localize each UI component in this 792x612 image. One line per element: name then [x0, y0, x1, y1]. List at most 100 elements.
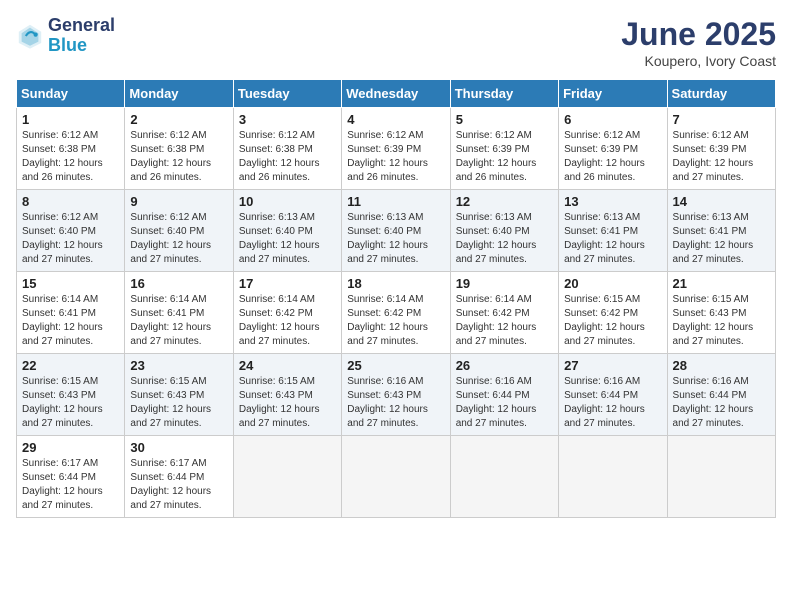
- page-header: General Blue June 2025 Koupero, Ivory Co…: [16, 16, 776, 69]
- logo-blue-text: Blue: [48, 35, 87, 55]
- day-number: 24: [239, 358, 336, 373]
- day-number: 7: [673, 112, 770, 127]
- day-number: 11: [347, 194, 444, 209]
- calendar-week-1: 1 Sunrise: 6:12 AM Sunset: 6:38 PM Daylig…: [17, 108, 776, 190]
- calendar-header-row: SundayMondayTuesdayWednesdayThursdayFrid…: [17, 80, 776, 108]
- day-number: 21: [673, 276, 770, 291]
- calendar-cell: 27 Sunrise: 6:16 AM Sunset: 6:44 PM Dayli…: [559, 354, 667, 436]
- weekday-header-tuesday: Tuesday: [233, 80, 341, 108]
- day-number: 1: [22, 112, 119, 127]
- logo: General Blue: [16, 16, 115, 56]
- day-info: Sunrise: 6:15 AM Sunset: 6:43 PM Dayligh…: [673, 293, 770, 349]
- calendar-cell: 19 Sunrise: 6:14 AM Sunset: 6:42 PM Dayli…: [450, 272, 558, 354]
- month-title: June 2025: [621, 16, 776, 53]
- calendar-cell: 20 Sunrise: 6:15 AM Sunset: 6:42 PM Dayli…: [559, 272, 667, 354]
- day-info: Sunrise: 6:12 AM Sunset: 6:39 PM Dayligh…: [673, 129, 770, 185]
- day-info: Sunrise: 6:16 AM Sunset: 6:44 PM Dayligh…: [456, 375, 553, 431]
- day-number: 14: [673, 194, 770, 209]
- calendar-cell: 17 Sunrise: 6:14 AM Sunset: 6:42 PM Dayli…: [233, 272, 341, 354]
- day-number: 18: [347, 276, 444, 291]
- day-number: 23: [130, 358, 227, 373]
- day-info: Sunrise: 6:14 AM Sunset: 6:42 PM Dayligh…: [347, 293, 444, 349]
- calendar-cell: 26Sunrise: 6:16 AM Sunset: 6:44 PM Dayli…: [450, 354, 558, 436]
- calendar-cell: 7 Sunrise: 6:12 AM Sunset: 6:39 PM Daylig…: [667, 108, 775, 190]
- day-number: 16: [130, 276, 227, 291]
- calendar-cell: 3 Sunrise: 6:12 AM Sunset: 6:38 PM Daylig…: [233, 108, 341, 190]
- day-number: 27: [564, 358, 661, 373]
- day-info: Sunrise: 6:13 AM Sunset: 6:40 PM Dayligh…: [456, 211, 553, 267]
- day-info: Sunrise: 6:13 AM Sunset: 6:41 PM Dayligh…: [564, 211, 661, 267]
- calendar-cell: 4 Sunrise: 6:12 AM Sunset: 6:39 PM Daylig…: [342, 108, 450, 190]
- day-info: Sunrise: 6:17 AM Sunset: 6:44 PM Dayligh…: [22, 457, 119, 513]
- weekday-header-monday: Monday: [125, 80, 233, 108]
- day-info: Sunrise: 6:16 AM Sunset: 6:43 PM Dayligh…: [347, 375, 444, 431]
- calendar-week-2: 8 Sunrise: 6:12 AM Sunset: 6:40 PM Daylig…: [17, 190, 776, 272]
- day-number: 12: [456, 194, 553, 209]
- calendar-cell: 22 Sunrise: 6:15 AM Sunset: 6:43 PM Dayli…: [17, 354, 125, 436]
- day-info: Sunrise: 6:14 AM Sunset: 6:42 PM Dayligh…: [239, 293, 336, 349]
- day-info: Sunrise: 6:13 AM Sunset: 6:41 PM Dayligh…: [673, 211, 770, 267]
- calendar-cell: 14 Sunrise: 6:13 AM Sunset: 6:41 PM Dayli…: [667, 190, 775, 272]
- day-number: 4: [347, 112, 444, 127]
- day-info: Sunrise: 6:15 AM Sunset: 6:43 PM Dayligh…: [22, 375, 119, 431]
- day-number: 9: [130, 194, 227, 209]
- day-number: 6: [564, 112, 661, 127]
- day-number: 13: [564, 194, 661, 209]
- calendar-cell: [342, 436, 450, 518]
- calendar-cell: 16 Sunrise: 6:14 AM Sunset: 6:41 PM Dayli…: [125, 272, 233, 354]
- day-info: Sunrise: 6:14 AM Sunset: 6:42 PM Dayligh…: [456, 293, 553, 349]
- calendar-cell: 21 Sunrise: 6:15 AM Sunset: 6:43 PM Dayli…: [667, 272, 775, 354]
- calendar-cell: 1Sunrise: 6:12 AM Sunset: 6:38 PM Daylig…: [17, 108, 125, 190]
- weekday-header-thursday: Thursday: [450, 80, 558, 108]
- day-info: Sunrise: 6:15 AM Sunset: 6:42 PM Dayligh…: [564, 293, 661, 349]
- calendar-cell: [450, 436, 558, 518]
- day-number: 28: [673, 358, 770, 373]
- day-info: Sunrise: 6:12 AM Sunset: 6:40 PM Dayligh…: [22, 211, 119, 267]
- day-info: Sunrise: 6:12 AM Sunset: 6:40 PM Dayligh…: [130, 211, 227, 267]
- title-block: June 2025 Koupero, Ivory Coast: [621, 16, 776, 69]
- day-number: 19: [456, 276, 553, 291]
- logo-icon: [16, 22, 44, 50]
- weekday-header-friday: Friday: [559, 80, 667, 108]
- calendar-cell: 2 Sunrise: 6:12 AM Sunset: 6:38 PM Daylig…: [125, 108, 233, 190]
- day-info: Sunrise: 6:12 AM Sunset: 6:38 PM Dayligh…: [130, 129, 227, 185]
- calendar-cell: 8 Sunrise: 6:12 AM Sunset: 6:40 PM Daylig…: [17, 190, 125, 272]
- day-number: 2: [130, 112, 227, 127]
- calendar-cell: 9 Sunrise: 6:12 AM Sunset: 6:40 PM Daylig…: [125, 190, 233, 272]
- calendar-week-5: 29 Sunrise: 6:17 AM Sunset: 6:44 PM Dayli…: [17, 436, 776, 518]
- day-info: Sunrise: 6:13 AM Sunset: 6:40 PM Dayligh…: [239, 211, 336, 267]
- day-number: 22: [22, 358, 119, 373]
- calendar-cell: 25 Sunrise: 6:16 AM Sunset: 6:43 PM Dayli…: [342, 354, 450, 436]
- day-number: 20: [564, 276, 661, 291]
- calendar-cell: [559, 436, 667, 518]
- calendar-cell: [667, 436, 775, 518]
- day-info: Sunrise: 6:12 AM Sunset: 6:39 PM Dayligh…: [347, 129, 444, 185]
- day-number: 17: [239, 276, 336, 291]
- day-info: Sunrise: 6:12 AM Sunset: 6:38 PM Dayligh…: [239, 129, 336, 185]
- weekday-header-saturday: Saturday: [667, 80, 775, 108]
- day-number: 3: [239, 112, 336, 127]
- day-info: Sunrise: 6:14 AM Sunset: 6:41 PM Dayligh…: [130, 293, 227, 349]
- calendar-week-4: 22 Sunrise: 6:15 AM Sunset: 6:43 PM Dayli…: [17, 354, 776, 436]
- day-number: 25: [347, 358, 444, 373]
- calendar-cell: 23Sunrise: 6:15 AM Sunset: 6:43 PM Dayli…: [125, 354, 233, 436]
- weekday-header-sunday: Sunday: [17, 80, 125, 108]
- calendar-cell: [233, 436, 341, 518]
- calendar-table: SundayMondayTuesdayWednesdayThursdayFrid…: [16, 79, 776, 518]
- day-info: Sunrise: 6:16 AM Sunset: 6:44 PM Dayligh…: [564, 375, 661, 431]
- day-number: 29: [22, 440, 119, 455]
- day-info: Sunrise: 6:17 AM Sunset: 6:44 PM Dayligh…: [130, 457, 227, 513]
- day-number: 5: [456, 112, 553, 127]
- calendar-week-3: 15Sunrise: 6:14 AM Sunset: 6:41 PM Dayli…: [17, 272, 776, 354]
- calendar-cell: 10Sunrise: 6:13 AM Sunset: 6:40 PM Dayli…: [233, 190, 341, 272]
- day-number: 30: [130, 440, 227, 455]
- day-info: Sunrise: 6:15 AM Sunset: 6:43 PM Dayligh…: [239, 375, 336, 431]
- weekday-header-wednesday: Wednesday: [342, 80, 450, 108]
- day-info: Sunrise: 6:14 AM Sunset: 6:41 PM Dayligh…: [22, 293, 119, 349]
- calendar-cell: 29 Sunrise: 6:17 AM Sunset: 6:44 PM Dayli…: [17, 436, 125, 518]
- day-info: Sunrise: 6:12 AM Sunset: 6:39 PM Dayligh…: [564, 129, 661, 185]
- day-number: 8: [22, 194, 119, 209]
- calendar-cell: 30 Sunrise: 6:17 AM Sunset: 6:44 PM Dayli…: [125, 436, 233, 518]
- calendar-cell: 13 Sunrise: 6:13 AM Sunset: 6:41 PM Dayli…: [559, 190, 667, 272]
- calendar-cell: 18 Sunrise: 6:14 AM Sunset: 6:42 PM Dayli…: [342, 272, 450, 354]
